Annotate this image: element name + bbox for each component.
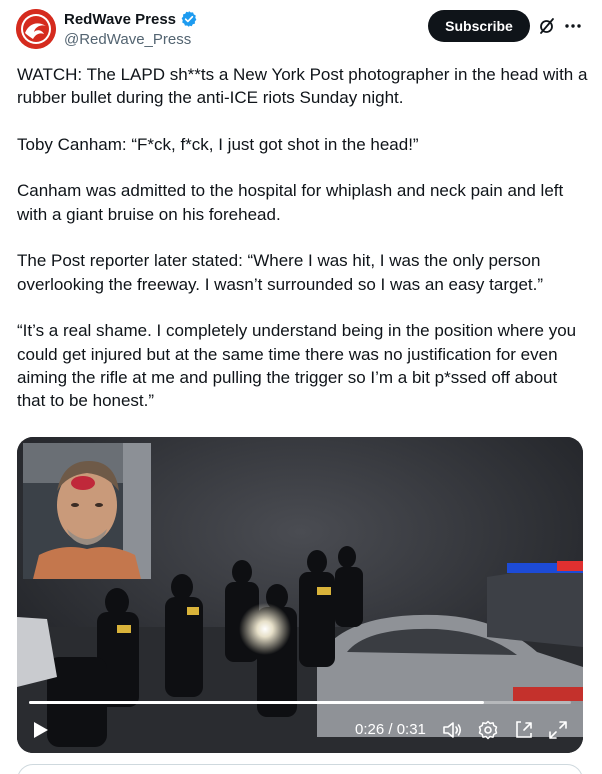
video-player[interactable]: 0:26 / 0:31: [17, 437, 583, 753]
tweet-paragraph: The Post reporter later stated: “Where I…: [17, 251, 544, 294]
tweet-body: WATCH: The LAPD sh**ts a New York Post p…: [17, 63, 589, 412]
video-time: 0:26 / 0:31: [355, 721, 426, 738]
verified-badge-icon[interactable]: [180, 10, 198, 28]
video-controls: 0:26 / 0:31: [17, 695, 583, 753]
redwave-logo-icon: [16, 9, 56, 49]
tweet-paragraph: “It’s a real shame. I completely underst…: [17, 321, 577, 411]
grok-icon[interactable]: [537, 16, 557, 36]
author-name-row: RedWave Press: [64, 10, 198, 28]
author-handle[interactable]: @RedWave_Press: [64, 31, 191, 48]
portrait-inset: [23, 443, 151, 579]
pip-icon[interactable]: [513, 719, 535, 741]
volume-icon[interactable]: [441, 719, 463, 741]
more-icon[interactable]: [563, 16, 583, 36]
video-progress-fill: [29, 701, 485, 704]
avatar[interactable]: [16, 9, 56, 49]
video-progress-bar[interactable]: [29, 701, 571, 704]
next-card-edge: [17, 764, 583, 774]
tweet-paragraph: Canham was admitted to the hospital for …: [17, 181, 564, 224]
play-icon[interactable]: [29, 719, 51, 741]
tweet-paragraph: WATCH: The LAPD sh**ts a New York Post p…: [17, 65, 588, 108]
tweet-header: RedWave Press @RedWave_Press Subscribe: [0, 0, 602, 60]
settings-icon[interactable]: [477, 719, 499, 741]
tweet-paragraph: Toby Canham: “F*ck, f*ck, I just got sho…: [17, 134, 419, 154]
author-display-name[interactable]: RedWave Press: [64, 11, 176, 28]
fullscreen-icon[interactable]: [547, 719, 569, 741]
injured-photographer-image: [23, 443, 151, 579]
subscribe-button[interactable]: Subscribe: [428, 10, 530, 42]
